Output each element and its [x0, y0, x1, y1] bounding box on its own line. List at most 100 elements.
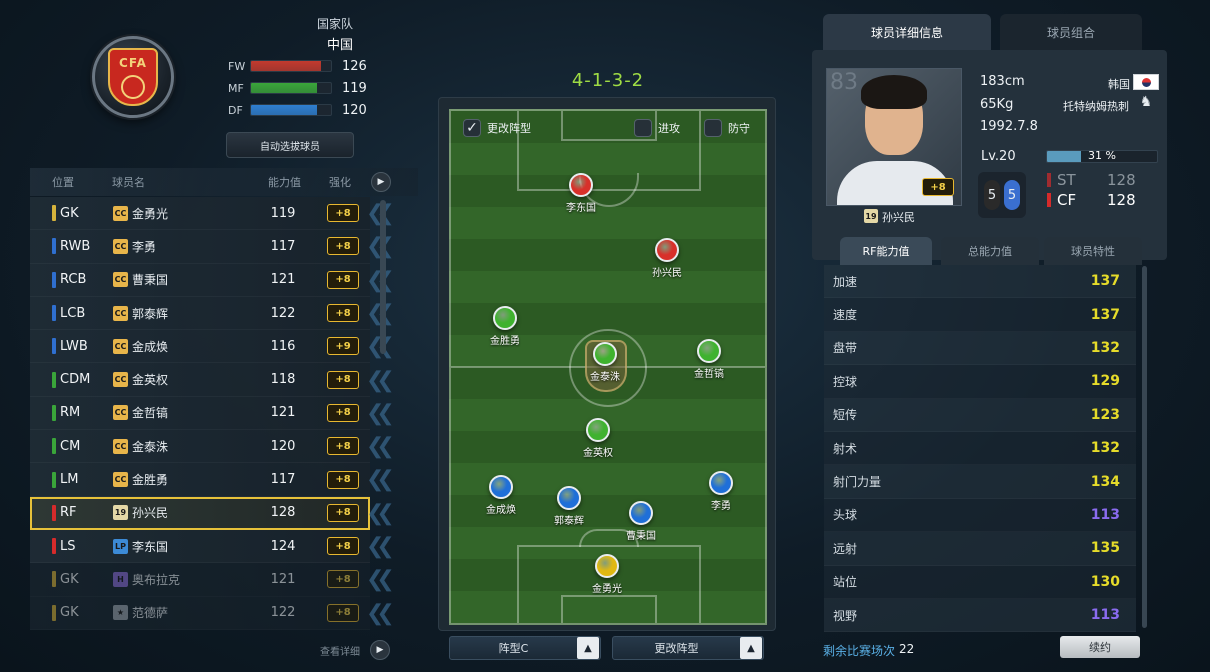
- attack-label: 进攻: [658, 122, 680, 135]
- pitch-player-token[interactable]: 金英权: [568, 418, 628, 459]
- pitch-player-token[interactable]: 金泰洙: [575, 342, 635, 383]
- enhance-badge[interactable]: +8: [327, 204, 359, 223]
- position-color-mark: [52, 404, 56, 421]
- player-row[interactable]: GK CC 金勇光 119 +8: [30, 197, 370, 231]
- chevron-icon: ❮❮: [366, 567, 395, 593]
- stat-list-scrollbar[interactable]: [1142, 266, 1147, 628]
- player-position: LM: [60, 472, 79, 488]
- pitch-player-name: 李东国: [566, 203, 596, 214]
- player-row[interactable]: RCB CC 曹秉国 121 +8: [30, 263, 370, 297]
- enhance-badge[interactable]: +8: [327, 503, 359, 522]
- enhance-badge[interactable]: +8: [327, 537, 359, 556]
- position-color-mark: [52, 571, 56, 588]
- team-rating-fill: [251, 105, 318, 115]
- player-position: RF: [60, 505, 77, 521]
- stat-name: 加速: [833, 274, 858, 289]
- enhance-badge[interactable]: +8: [327, 237, 359, 256]
- tab-rf-stats[interactable]: RF能力值: [840, 237, 932, 265]
- player-list-scrollbar[interactable]: [380, 200, 386, 354]
- auto-select-button[interactable]: 自动选拔球员: [226, 132, 354, 158]
- player-marker-icon: [489, 475, 513, 499]
- player-rating: 121: [270, 405, 296, 421]
- pitch-player-name: 金胜勇: [490, 336, 520, 347]
- player-height: 183cm: [980, 74, 1025, 89]
- player-row[interactable]: RM CC 金哲镐 121 +8: [30, 396, 370, 431]
- pitch-player-token[interactable]: 金胜勇: [475, 306, 535, 347]
- player-name: 李东国: [132, 539, 169, 554]
- card-season-badge: H: [113, 571, 128, 587]
- enhance-badge[interactable]: +8: [327, 270, 359, 289]
- pitch-player-token[interactable]: 李东国: [551, 173, 611, 214]
- player-row[interactable]: CM CC 金泰洙 120 +8: [30, 430, 370, 464]
- chevron-icon: ❮❮: [366, 234, 395, 260]
- player-position: RWB: [60, 238, 91, 254]
- player-row[interactable]: RF 19 孙兴民 128 +8: [30, 496, 370, 530]
- player-rating: 121: [270, 272, 296, 288]
- enhance-badge[interactable]: +8: [327, 437, 359, 456]
- formation-select-button[interactable]: 阵型C ▲: [449, 636, 601, 660]
- pitch-player-token[interactable]: 金勇光: [577, 554, 637, 595]
- card-season-badge: CC: [113, 405, 128, 421]
- player-rating: 122: [270, 305, 296, 321]
- pitch-player-token[interactable]: 曹秉国: [611, 501, 671, 542]
- tab-player-traits[interactable]: 球员特性: [1044, 237, 1142, 265]
- change-formation-check[interactable]: ✓ 更改阵型: [463, 119, 531, 137]
- enhance-badge[interactable]: +8: [327, 470, 359, 489]
- attack-check[interactable]: 进攻: [634, 119, 680, 137]
- team-rating-row: DF 120: [228, 102, 378, 118]
- position-color-mark: [52, 305, 56, 322]
- enhance-badge[interactable]: +8: [327, 570, 359, 589]
- defense-check[interactable]: 防守: [704, 119, 750, 137]
- enhance-badge[interactable]: +8: [327, 603, 359, 622]
- pitch-player-token[interactable]: 孙兴民: [637, 238, 697, 279]
- player-row[interactable]: LWB CC 金成焕 116 +9: [30, 330, 370, 364]
- pitch-player-token[interactable]: 李勇: [691, 471, 751, 512]
- tab-player-detail[interactable]: 球员详细信息: [823, 14, 991, 50]
- stat-name: 射术: [833, 441, 858, 456]
- tab-player-combo[interactable]: 球员组合: [1000, 14, 1142, 50]
- view-detail-link[interactable]: 查看详细: [320, 643, 360, 658]
- stat-value: 135: [1090, 540, 1120, 557]
- header-rating: 能力值: [268, 176, 301, 189]
- list-next-arrow-icon[interactable]: ▶: [371, 172, 391, 192]
- team-badge: CFA: [92, 36, 174, 118]
- view-detail-arrow-icon[interactable]: ▶: [370, 640, 390, 660]
- player-nation: 韩国: [1108, 78, 1130, 91]
- enhance-badge[interactable]: +9: [327, 337, 359, 356]
- player-weight: 65Kg: [980, 97, 1014, 112]
- player-rating: 117: [270, 472, 296, 488]
- team-crest: CFA: [108, 48, 158, 106]
- tab-total-stats[interactable]: 总能力值: [941, 237, 1039, 265]
- player-name: 孙兴民: [132, 506, 169, 521]
- player-row[interactable]: LS LP 李东国 124 +8: [30, 529, 370, 564]
- player-row[interactable]: LM CC 金胜勇 117 +8: [30, 463, 370, 497]
- team-rating-row: MF 119: [228, 80, 378, 96]
- renew-contract-button[interactable]: 续约: [1060, 636, 1140, 658]
- enhance-badge[interactable]: +8: [327, 403, 359, 422]
- player-row[interactable]: CDM CC 金英权 118 +8: [30, 363, 370, 397]
- card-season-badge: CC: [113, 305, 128, 321]
- list-chevron-decoration: ❮❮ ❮❮ ❮❮ ❮❮ ❮❮ ❮❮ ❮❮ ❮❮ ❮❮ ❮❮ ❮❮ ❮❮ ❮❮: [366, 197, 406, 630]
- arrow-up-icon: ▲: [577, 637, 599, 659]
- pitch-player-token[interactable]: 金成焕: [471, 475, 531, 516]
- change-formation-button[interactable]: 更改阵型 ▲: [612, 636, 764, 660]
- player-row[interactable]: LCB CC 郭泰辉 122 +8: [30, 296, 370, 331]
- stat-name: 盘带: [833, 341, 858, 356]
- arrow-up-icon: ▲: [740, 637, 762, 659]
- bottom-goal-box: [561, 595, 657, 623]
- player-row[interactable]: GK H 奥布拉克 121 +8: [30, 563, 370, 597]
- team-name: 中国: [326, 38, 353, 53]
- enhance-badge[interactable]: +8: [327, 304, 359, 323]
- player-rating: 122: [270, 605, 296, 621]
- team-rating-fill: [251, 61, 321, 71]
- card-season-badge: CC: [113, 238, 128, 254]
- player-row[interactable]: GK ★ 范德萨 122 +8: [30, 596, 370, 630]
- player-name: 金哲镐: [132, 406, 169, 421]
- pitch-player-token[interactable]: 金哲镐: [679, 339, 739, 380]
- card-season-badge: CC: [113, 372, 128, 388]
- enhance-badge[interactable]: +8: [327, 370, 359, 389]
- player-row[interactable]: RWB CC 李勇 117 +8: [30, 230, 370, 264]
- player-position: LS: [60, 538, 76, 554]
- player-club: 托特纳姆热刺: [1063, 100, 1129, 113]
- pitch-player-token[interactable]: 郭泰辉: [539, 486, 599, 527]
